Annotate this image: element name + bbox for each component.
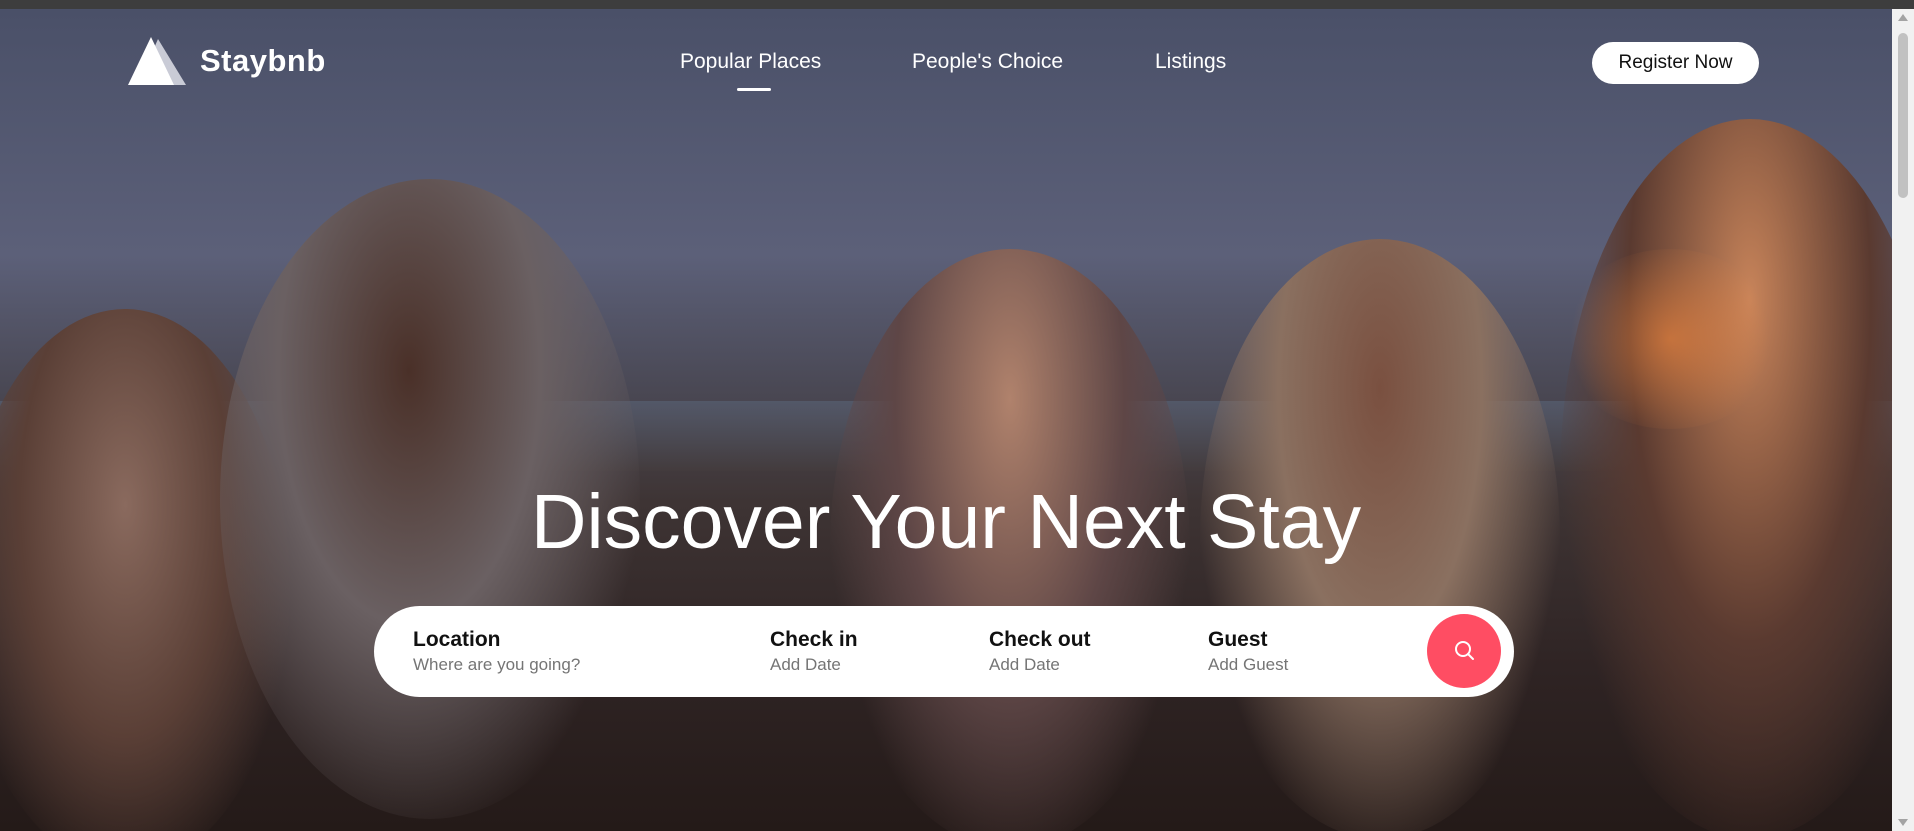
check-in-input[interactable] [770, 655, 920, 675]
location-input[interactable] [413, 655, 713, 675]
nav-item-peoples-choice[interactable]: People's Choice [912, 50, 1063, 74]
brand-name: Staybnb [200, 43, 326, 78]
nav-item-listings[interactable]: Listings [1155, 50, 1226, 74]
hero-headline: Discover Your Next Stay [530, 479, 1362, 565]
scroll-up-arrow-icon[interactable] [1898, 14, 1908, 21]
guest-input[interactable] [1208, 655, 1358, 675]
brand-logo[interactable]: Staybnb [128, 35, 326, 87]
search-bar: Location Check in Check out Guest [374, 606, 1514, 697]
browser-top-strip [0, 0, 1914, 9]
search-button[interactable] [1427, 614, 1501, 688]
guest-field[interactable]: Guest [1208, 628, 1358, 675]
search-icon [1453, 639, 1475, 664]
location-label: Location [413, 628, 501, 651]
check-out-label: Check out [989, 628, 1091, 651]
active-nav-indicator [737, 88, 771, 91]
check-in-label: Check in [770, 628, 858, 651]
check-in-field[interactable]: Check in [770, 628, 920, 675]
hero-section [0, 9, 1892, 831]
check-out-field[interactable]: Check out [989, 628, 1139, 675]
nav-item-popular-places[interactable]: Popular Places [680, 50, 821, 74]
hero-photo-person [1560, 119, 1892, 831]
mountain-logo-icon [128, 35, 188, 87]
location-field[interactable]: Location [413, 628, 713, 675]
guest-label: Guest [1208, 628, 1268, 651]
check-out-input[interactable] [989, 655, 1139, 675]
hero-photo-fire-glow [1560, 249, 1780, 429]
scrollbar-thumb[interactable] [1898, 33, 1908, 198]
register-now-button[interactable]: Register Now [1592, 42, 1759, 84]
scroll-down-arrow-icon[interactable] [1898, 819, 1908, 826]
